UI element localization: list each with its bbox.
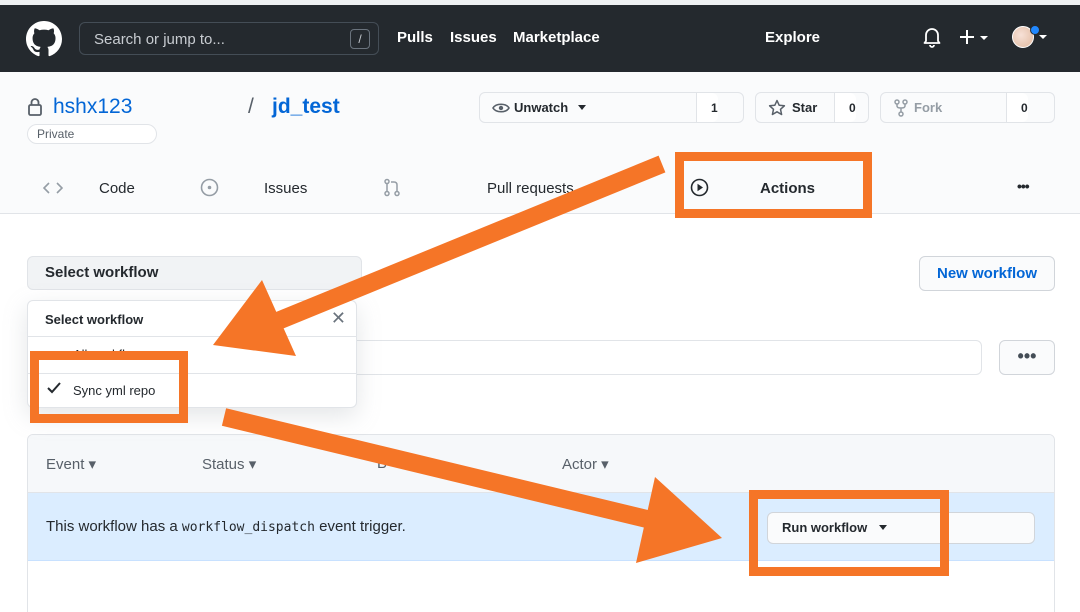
annotation-arrows xyxy=(213,155,722,563)
arrow-to-run-workflow-icon xyxy=(221,408,722,563)
arrow-to-dropdown-icon xyxy=(213,155,666,356)
